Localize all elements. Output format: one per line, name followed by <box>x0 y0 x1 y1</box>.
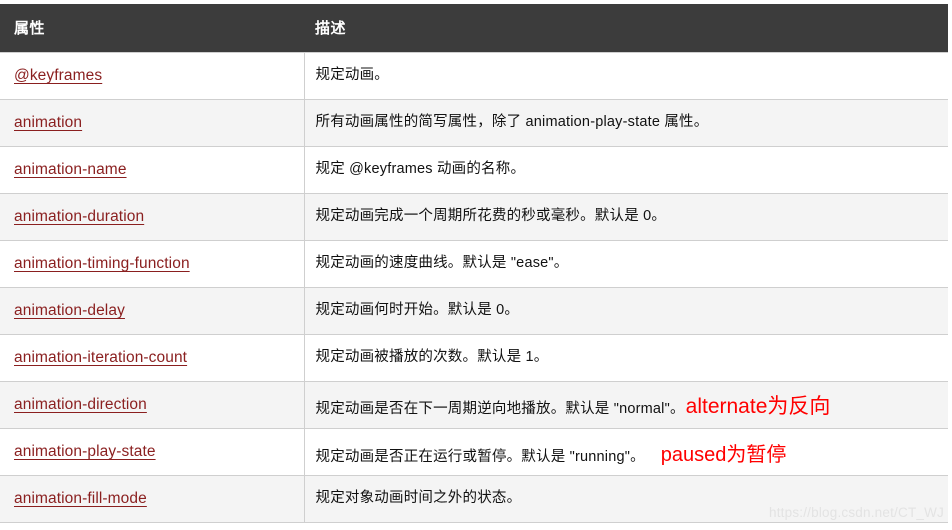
description-text: 规定动画完成一个周期所花费的秒或毫秒。默认是 0。 <box>315 208 667 225</box>
property-link[interactable]: @keyframes <box>14 67 102 84</box>
property-link[interactable]: animation-duration <box>14 208 144 225</box>
table-header: 属性 描述 <box>0 4 948 53</box>
table-row: animation-name 规定 @keyframes 动画的名称。 <box>0 146 948 194</box>
description-text: 规定 @keyframes 动画的名称。 <box>315 161 526 178</box>
cell-property: animation-duration <box>0 193 305 241</box>
table-row: animation 所有动画属性的简写属性，除了 animation-play-s… <box>0 99 948 147</box>
property-link[interactable]: animation-play-state <box>14 443 156 460</box>
cell-description: 规定 @keyframes 动画的名称。 <box>304 146 948 194</box>
property-link[interactable]: animation-name <box>14 161 127 178</box>
column-header-property: 属性 <box>0 4 304 53</box>
table-row: animation-direction 规定动画是否在下一周期逆向地播放。默认是 … <box>0 381 948 429</box>
property-link[interactable]: animation-delay <box>14 302 125 319</box>
page-root: 属性 描述 @keyframes 规定动画。 animation 所有动画属性的简写属… <box>0 0 952 530</box>
description-text: 规定动画。 <box>315 67 389 84</box>
description-text: 规定动画是否在下一周期逆向地播放。默认是 "normal"。 <box>315 401 685 417</box>
cell-property: animation-name <box>0 146 305 194</box>
table-row: animation-iteration-count 规定动画被播放的次数。默认是 … <box>0 334 948 382</box>
table-header-row: 属性 描述 <box>0 4 948 53</box>
property-link[interactable]: animation <box>14 114 82 131</box>
cell-property: animation-fill-mode <box>0 475 305 523</box>
property-link[interactable]: animation-fill-mode <box>14 490 147 507</box>
column-header-description: 描述 <box>304 4 948 53</box>
red-annotation: paused为暂停 <box>660 443 787 466</box>
description-text: 规定动画何时开始。默认是 0。 <box>315 302 520 319</box>
cell-property: animation <box>0 99 305 147</box>
cell-description: 规定动画完成一个周期所花费的秒或毫秒。默认是 0。 <box>304 193 948 241</box>
property-link[interactable]: animation-timing-function <box>14 255 190 272</box>
cell-property: animation-direction <box>0 381 305 429</box>
cell-description: 规定动画被播放的次数。默认是 1。 <box>304 334 948 382</box>
cell-description: 所有动画属性的简写属性，除了 animation-play-state 属性。 <box>304 99 948 147</box>
table-row: animation-fill-mode 规定对象动画时间之外的状态。 <box>0 475 948 523</box>
table-row: animation-timing-function 规定动画的速度曲线。默认是 "… <box>0 240 948 288</box>
red-annotation: alternate为反向 <box>685 395 831 418</box>
cell-property: animation-delay <box>0 287 305 335</box>
description-text: 所有动画属性的简写属性，除了 animation-play-state 属性。 <box>315 114 709 131</box>
property-link[interactable]: animation-direction <box>14 396 147 413</box>
table-row: @keyframes 规定动画。 <box>0 52 948 100</box>
description-text: 规定动画的速度曲线。默认是 "ease"。 <box>315 255 569 272</box>
cell-description: 规定动画是否正在运行或暂停。默认是 "running"。 paused为暂停 <box>304 428 948 476</box>
css-animation-property-table-wrapper: 属性 描述 @keyframes 规定动画。 animation 所有动画属性的简写属… <box>0 4 948 523</box>
description-text: 规定动画被播放的次数。默认是 1。 <box>315 349 549 366</box>
table-row: animation-delay 规定动画何时开始。默认是 0。 <box>0 287 948 335</box>
table-row: animation-duration 规定动画完成一个周期所花费的秒或毫秒。默认是… <box>0 193 948 241</box>
description-text: 规定对象动画时间之外的状态。 <box>315 490 522 507</box>
cell-property: @keyframes <box>0 52 305 100</box>
cell-property: animation-play-state <box>0 428 305 476</box>
cell-description: 规定动画。 <box>304 52 948 100</box>
cell-property: animation-timing-function <box>0 240 305 288</box>
property-link[interactable]: animation-iteration-count <box>14 349 187 366</box>
css-animation-property-table: 属性 描述 @keyframes 规定动画。 animation 所有动画属性的简写属… <box>0 4 948 523</box>
cell-description: 规定动画是否在下一周期逆向地播放。默认是 "normal"。alternate为… <box>304 381 948 429</box>
cell-description: 规定动画何时开始。默认是 0。 <box>304 287 948 335</box>
cell-description: 规定动画的速度曲线。默认是 "ease"。 <box>304 240 948 288</box>
table-body: @keyframes 规定动画。 animation 所有动画属性的简写属性，除了 a… <box>0 52 948 523</box>
table-row: animation-play-state 规定动画是否正在运行或暂停。默认是 "r… <box>0 428 948 476</box>
description-text: 规定动画是否正在运行或暂停。默认是 "running"。 <box>315 448 645 465</box>
cell-description: 规定对象动画时间之外的状态。 <box>304 475 948 523</box>
cell-property: animation-iteration-count <box>0 334 305 382</box>
